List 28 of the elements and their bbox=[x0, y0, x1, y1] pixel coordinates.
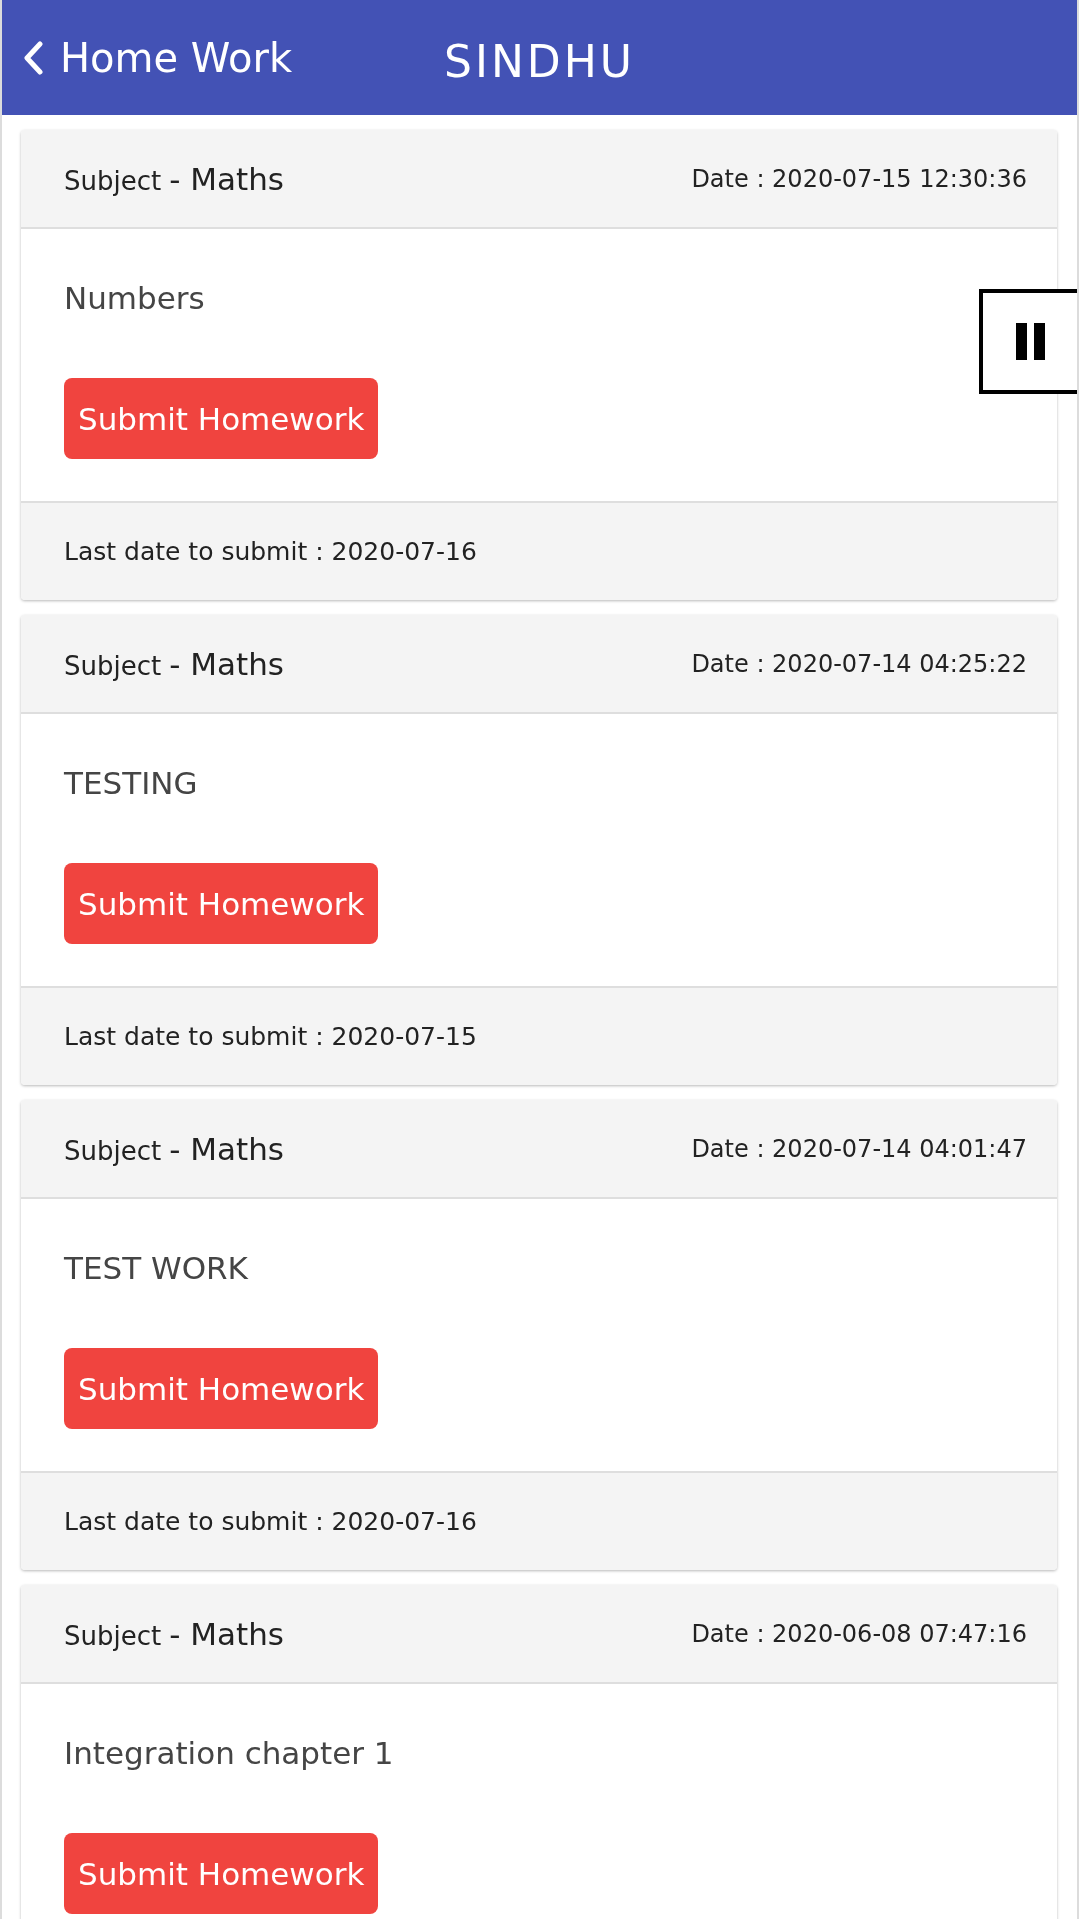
submit-homework-button[interactable]: Submit Homework bbox=[64, 1833, 379, 1914]
due-date: Last date to submit : 2020-07-15 bbox=[64, 1022, 477, 1051]
homework-date: Date : 2020-07-14 04:25:22 bbox=[691, 649, 1027, 678]
subject-name: - Maths bbox=[169, 1615, 284, 1652]
subject-label: Subject bbox=[64, 1620, 162, 1651]
pause-button[interactable] bbox=[979, 289, 1077, 394]
subject-name: - Maths bbox=[169, 160, 284, 197]
homework-title: Numbers bbox=[64, 279, 205, 317]
subject-name: - Maths bbox=[169, 1130, 284, 1167]
submit-homework-button[interactable]: Submit Homework bbox=[64, 863, 379, 944]
subject-label: Subject bbox=[64, 650, 162, 681]
homework-date: Date : 2020-06-08 07:47:16 bbox=[691, 1619, 1027, 1648]
subject-label: Subject bbox=[64, 1135, 162, 1166]
subject-label: Subject bbox=[64, 165, 162, 196]
due-date: Last date to submit : 2020-07-16 bbox=[64, 1507, 477, 1536]
submit-homework-button[interactable]: Submit Homework bbox=[64, 378, 379, 459]
homework-date: Date : 2020-07-15 12:30:36 bbox=[691, 164, 1027, 193]
subject-name: - Maths bbox=[169, 645, 284, 682]
homework-title: TEST WORK bbox=[64, 1249, 248, 1287]
chevron-left-icon bbox=[22, 40, 44, 75]
due-date: Last date to submit : 2020-07-16 bbox=[64, 537, 477, 566]
homework-title: Integration chapter 1 bbox=[64, 1734, 394, 1772]
submit-homework-button[interactable]: Submit Homework bbox=[64, 1348, 379, 1429]
pause-icon bbox=[1015, 323, 1045, 360]
homework-date: Date : 2020-07-14 04:01:47 bbox=[691, 1134, 1027, 1163]
page-title: SINDHU bbox=[444, 35, 635, 87]
homework-title: TESTING bbox=[64, 764, 198, 802]
back-button[interactable]: Home Work bbox=[22, 34, 293, 81]
